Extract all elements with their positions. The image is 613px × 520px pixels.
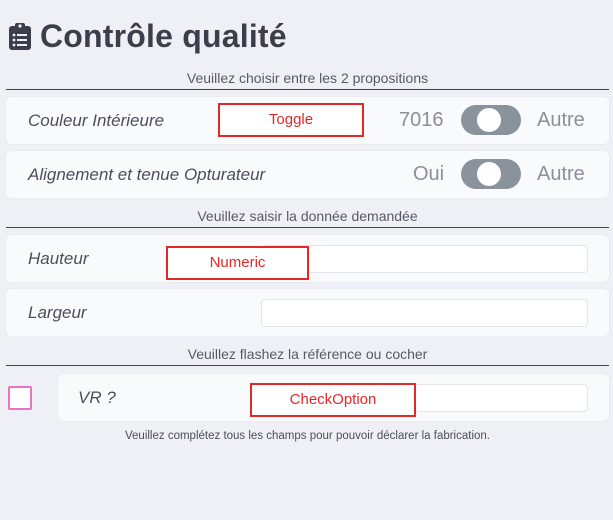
largeur-input[interactable]: [261, 299, 588, 327]
numeric-annotation: Numeric: [166, 246, 309, 280]
option-oui[interactable]: Oui: [413, 163, 444, 186]
row-hauteur: Hauteur Numeric: [6, 235, 609, 282]
alignement-toggle[interactable]: [461, 159, 521, 189]
section-divider: [6, 227, 609, 228]
check-option-annotation: CheckOption: [250, 383, 416, 417]
page-header: Contrôle qualité: [8, 16, 287, 56]
toggle-knob: [477, 162, 501, 186]
row-vr: VR ? CheckOption: [58, 374, 609, 421]
section-title-data: Veuillez saisir la donnée demandée: [197, 208, 418, 224]
section-title-choice: Veuillez choisir entre les 2 proposition…: [186, 70, 429, 86]
footer-note: Veuillez complétez tous les champs pour …: [125, 430, 490, 442]
clipboard-list-icon: [8, 22, 32, 50]
row-label-alignement: Alignement et tenue Opturateur: [28, 165, 266, 184]
option-autre[interactable]: Autre: [537, 109, 585, 132]
row-largeur: Largeur: [6, 289, 609, 336]
row-label-vr: VR ?: [78, 388, 116, 407]
row-label-hauteur: Hauteur: [28, 249, 89, 268]
quality-control-screen: Contrôle qualité Veuillez choisir entre …: [0, 0, 613, 520]
section-title-scan: Veuillez flashez la référence ou cocher: [187, 346, 428, 362]
hauteur-input[interactable]: [261, 245, 588, 273]
section-divider: [6, 365, 609, 366]
row-label-couleur: Couleur Intérieure: [28, 111, 165, 130]
option-autre[interactable]: Autre: [537, 163, 585, 186]
row-couleur-interieure: Couleur Intérieure Toggle 7016 Autre: [6, 97, 609, 144]
section-divider: [6, 89, 609, 90]
option-7016[interactable]: 7016: [399, 109, 444, 132]
row-alignement: Alignement et tenue Opturateur Oui Autre: [6, 151, 609, 198]
toggle-annotation: Toggle: [218, 103, 364, 137]
toggle-knob: [477, 108, 501, 132]
couleur-toggle[interactable]: [461, 105, 521, 135]
page-title: Contrôle qualité: [40, 17, 287, 54]
vr-checkbox[interactable]: [8, 386, 32, 410]
row-label-largeur: Largeur: [28, 303, 87, 322]
